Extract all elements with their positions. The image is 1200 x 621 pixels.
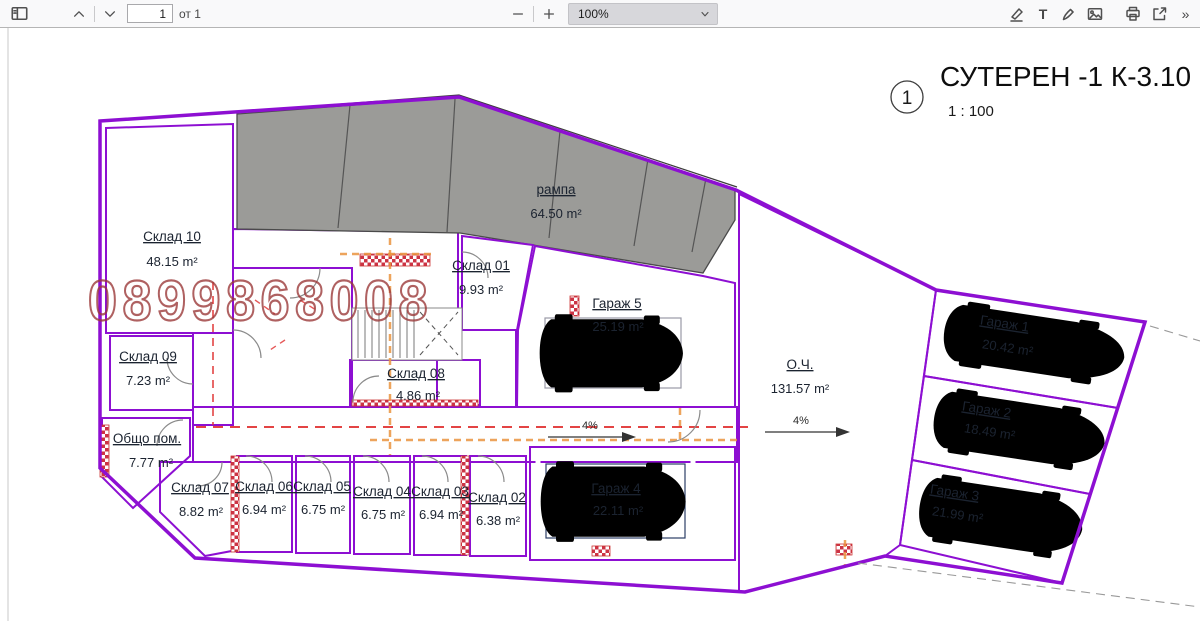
save-icon — [1151, 6, 1167, 22]
room-area-label: 7.77 m² — [129, 455, 174, 470]
room-och — [739, 194, 936, 592]
more-tools-icon: » — [1182, 6, 1189, 22]
toolbar-right-group: T — [1004, 0, 1198, 27]
room-area-label: 9.93 m² — [459, 282, 504, 297]
room-area-label: 6.38 m² — [476, 513, 521, 528]
room-area-label: 7.23 m² — [126, 373, 171, 388]
room-rampa — [237, 97, 735, 273]
room-label: Склад 07 — [171, 480, 229, 495]
room-label: Склад 06 — [235, 479, 293, 494]
room-area-label: 131.57 m² — [771, 381, 830, 396]
room-label: Склад 10 — [143, 229, 201, 244]
text-tool-button[interactable]: T — [1030, 2, 1056, 26]
room-area-label: 6.75 m² — [301, 502, 346, 517]
room-label: Гараж 5 — [592, 296, 641, 311]
toolbar-left-group: от 1 — [6, 0, 201, 27]
previous-page-button[interactable] — [66, 2, 92, 26]
pdf-viewer: от 1 100% — [0, 0, 1200, 621]
slope-label: 4% — [582, 420, 598, 432]
drawing-title: СУТЕРЕН -1 К-3.10 — [940, 61, 1191, 92]
room-area-label: 25.19 m² — [592, 319, 644, 334]
room-area-label: 64.50 m² — [530, 206, 582, 221]
zoom-in-icon — [542, 7, 556, 21]
room-label: Склад 01 — [452, 258, 510, 273]
more-tools-button[interactable]: » — [1172, 2, 1198, 26]
title-block: 1 СУТЕРЕН -1 К-3.10 1 : 100 — [891, 61, 1191, 120]
print-button[interactable] — [1120, 2, 1146, 26]
chevron-down-icon — [699, 8, 711, 20]
toolbar-divider — [94, 6, 95, 22]
room-area-label: 4.86 m² — [396, 388, 441, 403]
slope-label: 4% — [793, 415, 809, 427]
page-up-icon — [72, 7, 86, 21]
room-area-label: 6.75 m² — [361, 507, 406, 522]
save-button[interactable] — [1146, 2, 1172, 26]
toolbar-zoom-group: 100% — [505, 0, 718, 27]
sidebar-toggle-button[interactable] — [6, 2, 32, 26]
document-canvas[interactable]: 4% 4% Склад 10 48.15 m² рампа 64.50 m² С… — [0, 28, 1200, 621]
highlight-icon — [1009, 6, 1025, 22]
room-label: рампа — [536, 182, 576, 197]
room-label: Склад 02 — [468, 490, 526, 505]
room-label: Склад 05 — [293, 479, 351, 494]
image-tool-button[interactable] — [1082, 2, 1108, 26]
next-page-button[interactable] — [97, 2, 123, 26]
phone-watermark: 0899868008 — [88, 269, 433, 333]
room-label: Склад 09 — [119, 349, 177, 364]
image-icon — [1087, 6, 1103, 22]
car-drawings — [540, 299, 1129, 564]
room-area-label: 22.11 m² — [593, 503, 644, 518]
zoom-out-button[interactable] — [505, 2, 531, 26]
room-sklad-04 — [354, 456, 410, 554]
drawing-number: 1 — [902, 88, 913, 109]
room-label: Общо пом. — [113, 431, 181, 446]
room-area-label: 48.15 m² — [146, 254, 198, 269]
pdf-toolbar: от 1 100% — [0, 0, 1200, 28]
room-label: Склад 04 — [353, 484, 411, 499]
page-number-input[interactable] — [127, 4, 173, 23]
room-label: О.Ч. — [787, 357, 814, 372]
drawing-scale: 1 : 100 — [948, 103, 994, 120]
room-label: Склад 08 — [387, 366, 445, 381]
print-icon — [1125, 6, 1141, 22]
room-sklad-03 — [414, 456, 466, 555]
page-down-icon — [103, 7, 117, 21]
room-area-label: 6.94 m² — [419, 507, 464, 522]
room-label: Склад 03 — [411, 484, 469, 499]
room-label: Гараж 4 — [591, 481, 641, 496]
room-area-label: 6.94 m² — [242, 502, 287, 517]
zoom-level-select[interactable]: 100% — [568, 3, 718, 25]
zoom-level-value: 100% — [578, 7, 699, 21]
floor-plan-svg: 4% 4% Склад 10 48.15 m² рампа 64.50 m² С… — [0, 28, 1200, 621]
text-icon: T — [1039, 7, 1048, 21]
page-count-label: от 1 — [179, 7, 201, 21]
room-sklad-02 — [470, 456, 526, 556]
highlight-tool-button[interactable] — [1004, 2, 1030, 26]
draw-icon — [1061, 6, 1077, 22]
zoom-out-icon — [511, 7, 525, 21]
room-area-label: 8.82 m² — [179, 504, 224, 519]
zoom-in-button[interactable] — [536, 2, 562, 26]
draw-tool-button[interactable] — [1056, 2, 1082, 26]
sidebar-toggle-icon — [11, 5, 28, 22]
toolbar-divider — [533, 6, 534, 22]
